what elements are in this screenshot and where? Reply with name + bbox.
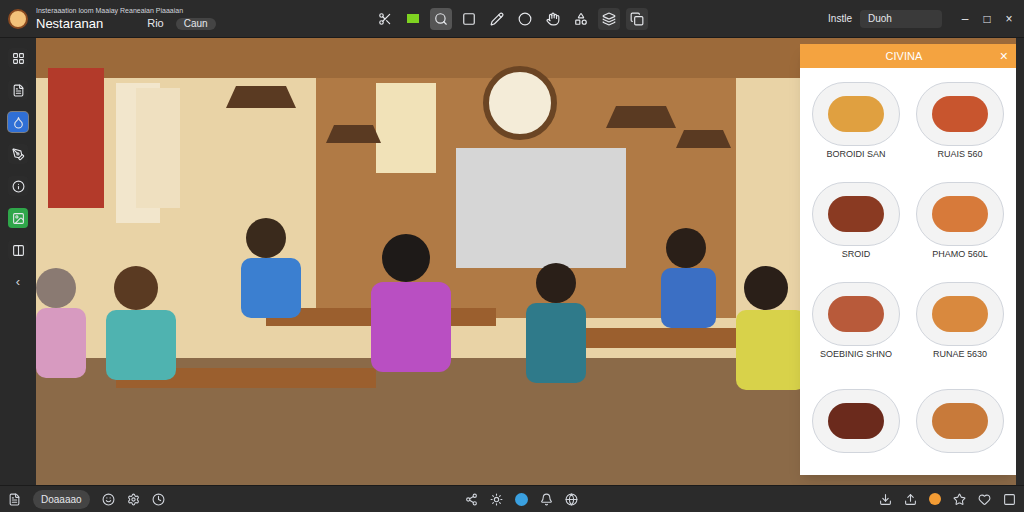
food-photo bbox=[916, 389, 1004, 453]
square-icon[interactable] bbox=[1003, 493, 1016, 506]
menu-line[interactable]: Insteraaation loom Maaiay Reaneaian Piaa… bbox=[36, 7, 216, 14]
left-sidebar: ‹ bbox=[0, 38, 36, 485]
food-card[interactable]: RUAIS 560 bbox=[912, 72, 1008, 172]
food-card[interactable] bbox=[808, 371, 904, 471]
sidebar-item[interactable] bbox=[8, 240, 28, 260]
emoji-icon[interactable] bbox=[102, 493, 115, 506]
window-control[interactable]: – bbox=[958, 10, 972, 28]
globe-icon[interactable] bbox=[565, 493, 578, 506]
food-photo bbox=[812, 282, 900, 346]
tool-button[interactable] bbox=[542, 8, 564, 30]
page-icon[interactable] bbox=[8, 493, 21, 506]
sidebar-icon bbox=[12, 52, 25, 65]
panel-header: CIVINA× bbox=[800, 44, 1016, 68]
sidebar-icon bbox=[12, 148, 25, 161]
close-button[interactable]: × bbox=[1000, 46, 1008, 67]
tool-icon bbox=[546, 12, 560, 26]
sidebar-icon bbox=[12, 84, 25, 97]
tool-button[interactable] bbox=[402, 8, 424, 30]
sidebar-item[interactable] bbox=[8, 112, 28, 132]
tool-button[interactable] bbox=[626, 8, 648, 30]
search-field[interactable]: Duoh bbox=[860, 10, 942, 28]
tool-icon bbox=[518, 12, 532, 26]
sun-icon[interactable] bbox=[490, 493, 503, 506]
food-photo bbox=[812, 82, 900, 146]
tool-icon bbox=[574, 12, 588, 26]
tool-button[interactable] bbox=[430, 8, 452, 30]
main-area: ‹ CIVINA× BOROIDI SAN RUAIS 560 SROID PHAMO 5… bbox=[0, 38, 1024, 485]
upload-icon[interactable] bbox=[904, 493, 917, 506]
header-pill[interactable]: Caun bbox=[176, 18, 216, 30]
food-card[interactable]: RUNAE 5630 bbox=[912, 272, 1008, 372]
star-icon[interactable] bbox=[953, 493, 966, 506]
collapse-button[interactable]: ‹ bbox=[16, 272, 20, 292]
sidebar-item[interactable] bbox=[8, 144, 28, 164]
food-photo bbox=[916, 182, 1004, 246]
food-card[interactable]: BOROIDI SAN bbox=[808, 72, 904, 172]
tool-icon bbox=[490, 12, 504, 26]
food-card[interactable]: SOEBINIG SHNO bbox=[808, 272, 904, 372]
tool-button[interactable] bbox=[374, 8, 396, 30]
tool-icon bbox=[378, 12, 392, 26]
sidebar-item[interactable] bbox=[8, 80, 28, 100]
toolbar bbox=[374, 8, 648, 30]
app-window: Insteraaation loom Maaiay Reaneaian Piaa… bbox=[0, 0, 1024, 512]
tool-button[interactable] bbox=[570, 8, 592, 30]
window-control[interactable]: □ bbox=[980, 10, 994, 28]
tool-icon bbox=[602, 12, 616, 26]
clock-icon[interactable] bbox=[152, 493, 165, 506]
share-icon[interactable] bbox=[465, 493, 478, 506]
food-photo bbox=[916, 82, 1004, 146]
food-label: RUNAE 5630 bbox=[933, 348, 987, 362]
sidebar-item[interactable] bbox=[8, 48, 28, 68]
tool-button[interactable] bbox=[598, 8, 620, 30]
food-card[interactable]: SROID bbox=[808, 172, 904, 272]
food-photo bbox=[812, 389, 900, 453]
canvas: CIVINA× BOROIDI SAN RUAIS 560 SROID PHAMO 56… bbox=[36, 38, 1016, 485]
right-strip bbox=[1016, 38, 1024, 485]
food-label: SOEBINIG SHNO bbox=[820, 348, 892, 362]
sidebar-item[interactable] bbox=[8, 176, 28, 196]
record-icon[interactable] bbox=[515, 493, 528, 506]
download-icon[interactable] bbox=[879, 493, 892, 506]
tool-button[interactable] bbox=[458, 8, 480, 30]
tool-button[interactable] bbox=[486, 8, 508, 30]
orange-dot-icon[interactable] bbox=[929, 493, 941, 505]
bottom-button[interactable]: Doaaaao bbox=[33, 490, 90, 509]
food-label: SROID bbox=[842, 248, 871, 262]
tool-icon bbox=[434, 12, 448, 26]
food-grid: BOROIDI SAN RUAIS 560 SROID PHAMO 560L SOEBI… bbox=[800, 68, 1016, 475]
sidebar-icon bbox=[12, 212, 25, 225]
green-square-icon bbox=[407, 14, 419, 23]
food-label: RUAIS 560 bbox=[937, 148, 982, 162]
window-control[interactable]: × bbox=[1002, 10, 1016, 28]
sidebar-icon bbox=[12, 116, 25, 129]
title-bar: Insteraaation loom Maaiay Reaneaian Piaa… bbox=[0, 0, 1024, 38]
sidebar-icon bbox=[12, 180, 25, 193]
food-photo bbox=[812, 182, 900, 246]
panel-title: CIVINA bbox=[808, 48, 1000, 65]
sidebar-icon bbox=[12, 244, 25, 257]
header-tab[interactable]: Rio bbox=[147, 18, 164, 29]
food-card[interactable]: PHAMO 560L bbox=[912, 172, 1008, 272]
food-label: PHAMO 560L bbox=[932, 248, 988, 262]
window-title: Nestaranan bbox=[36, 17, 103, 30]
bottom-bar: Doaaaao bbox=[0, 485, 1024, 512]
sidebar-item[interactable] bbox=[8, 208, 28, 228]
app-logo-icon bbox=[8, 9, 28, 29]
menu-panel: CIVINA× BOROIDI SAN RUAIS 560 SROID PHAMO 56… bbox=[800, 44, 1016, 475]
food-card[interactable] bbox=[912, 371, 1008, 471]
settings-icon[interactable] bbox=[127, 493, 140, 506]
tool-button[interactable] bbox=[514, 8, 536, 30]
heart-icon[interactable] bbox=[978, 493, 991, 506]
tool-icon bbox=[630, 12, 644, 26]
tool-icon bbox=[462, 12, 476, 26]
food-photo bbox=[916, 282, 1004, 346]
bell-icon[interactable] bbox=[540, 493, 553, 506]
food-label: BOROIDI SAN bbox=[826, 148, 885, 162]
right-label: Instle bbox=[828, 11, 852, 26]
